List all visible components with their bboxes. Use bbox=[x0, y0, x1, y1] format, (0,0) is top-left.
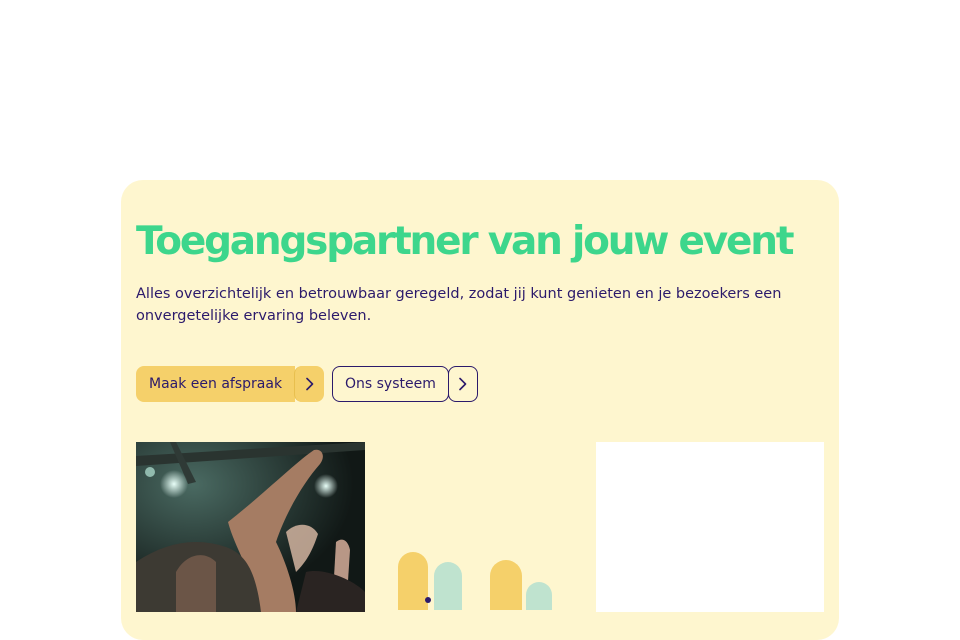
chevron-right-icon bbox=[305, 377, 315, 391]
chevron-right-icon bbox=[458, 377, 468, 391]
concert-crowd-photo bbox=[136, 442, 365, 612]
image-panel bbox=[596, 442, 824, 612]
hero-title: Toegangspartner van jouw event bbox=[136, 219, 794, 264]
make-appointment-arrow-button[interactable] bbox=[294, 366, 325, 402]
our-system-button[interactable]: Ons systeem bbox=[332, 366, 449, 402]
hero-subtitle: Alles overzichtelijk en betrouwbaar gere… bbox=[136, 286, 782, 324]
our-system-arrow-button[interactable] bbox=[447, 366, 478, 402]
system-button-group: Ons systeem bbox=[332, 366, 478, 402]
appointment-button-group: Maak een afspraak bbox=[136, 366, 325, 402]
make-appointment-button[interactable]: Maak een afspraak bbox=[136, 366, 296, 402]
